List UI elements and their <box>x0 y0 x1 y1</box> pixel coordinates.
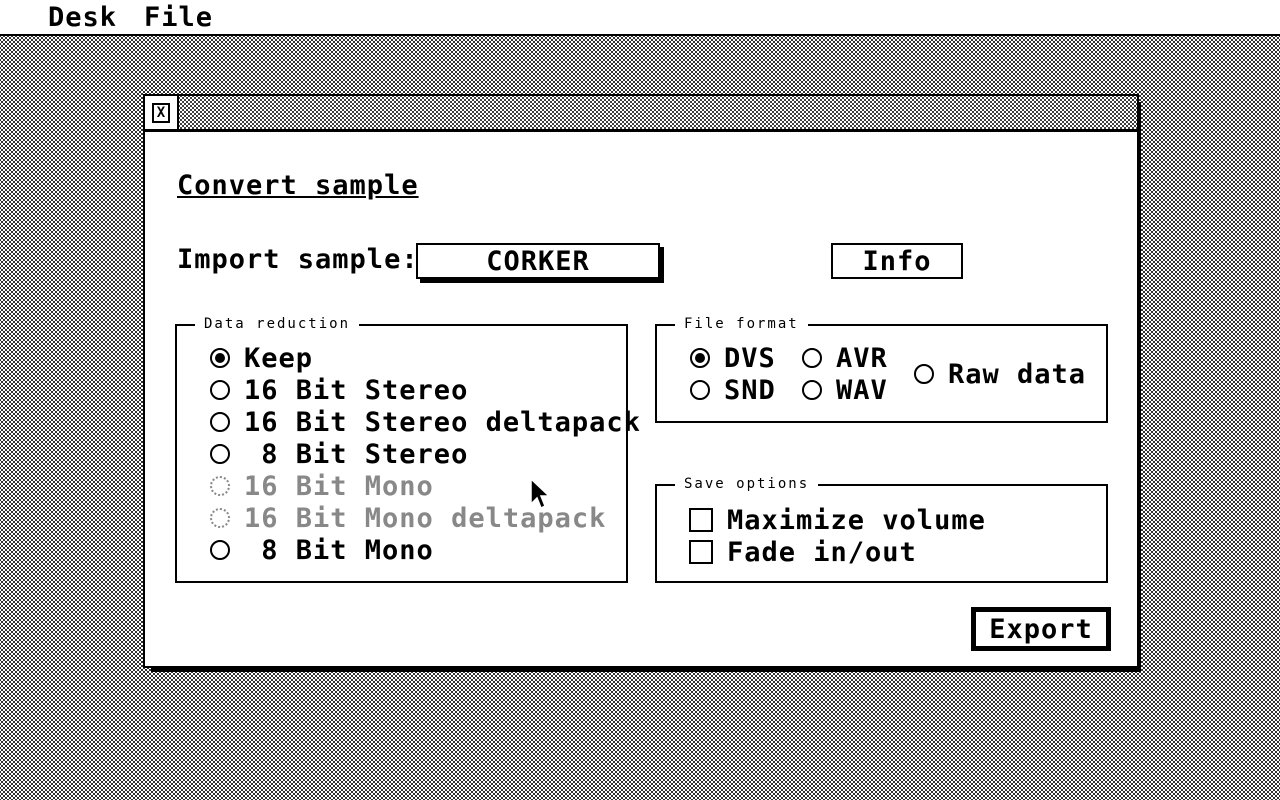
radio-16bit-stereo-deltapack[interactable]: 16 Bit Stereo deltapack <box>210 406 641 438</box>
radio-dvs[interactable]: DVS <box>690 342 776 374</box>
radio-label: Keep <box>244 342 314 374</box>
radio-label: 16 Bit Mono <box>244 470 434 502</box>
radio-button-selected[interactable] <box>210 348 230 368</box>
menu-bar: Desk File <box>0 0 1280 36</box>
data-reduction-group: Data reduction Keep 16 Bit Stereo 16 Bit… <box>175 315 640 583</box>
radio-avr[interactable]: AVR <box>802 342 888 374</box>
radio-keep[interactable]: Keep <box>210 342 313 374</box>
radio-snd[interactable]: SND <box>690 374 776 406</box>
radio-button-disabled <box>210 508 230 528</box>
radio-button[interactable] <box>690 380 710 400</box>
save-options-group: Save options Maximize volume Fade in/out <box>655 475 1108 583</box>
radio-label: 16 Bit Mono deltapack <box>244 502 607 534</box>
radio-button[interactable] <box>210 412 230 432</box>
radio-8bit-stereo[interactable]: 8 Bit Stereo <box>210 438 468 470</box>
export-button[interactable]: Export <box>971 607 1111 651</box>
menu-file[interactable]: File <box>144 2 213 33</box>
radio-button[interactable] <box>210 540 230 560</box>
radio-label: Raw data <box>948 358 1087 390</box>
radio-button[interactable] <box>802 348 822 368</box>
close-icon: X <box>152 102 170 123</box>
info-button[interactable]: Info <box>831 243 963 279</box>
checkbox-label: Maximize volume <box>727 504 986 536</box>
radio-label: DVS <box>724 342 776 374</box>
radio-label: SND <box>724 374 776 406</box>
radio-button-selected[interactable] <box>690 348 710 368</box>
radio-label: WAV <box>836 374 888 406</box>
checkbox-fade-in-out[interactable]: Fade in/out <box>689 536 917 568</box>
data-reduction-legend: Data reduction <box>195 315 360 333</box>
radio-button[interactable] <box>914 364 934 384</box>
file-format-legend: File format <box>675 315 808 333</box>
radio-8bit-mono[interactable]: 8 Bit Mono <box>210 534 434 566</box>
dialog-title: Convert sample <box>177 170 419 201</box>
radio-raw-data[interactable]: Raw data <box>914 358 1086 390</box>
radio-16bit-mono: 16 Bit Mono <box>210 470 434 502</box>
close-button[interactable]: X <box>145 96 179 129</box>
mouse-pointer-icon <box>530 478 551 510</box>
import-sample-button[interactable]: CORKER <box>416 243 660 279</box>
radio-label: AVR <box>836 342 888 374</box>
radio-label: 16 Bit Stereo <box>244 374 469 406</box>
radio-16bit-stereo[interactable]: 16 Bit Stereo <box>210 374 468 406</box>
convert-dialog-window: X Convert sample Import sample: CORKER I… <box>143 94 1139 668</box>
radio-button[interactable] <box>210 380 230 400</box>
import-sample-label: Import sample: <box>177 244 419 275</box>
radio-button[interactable] <box>210 444 230 464</box>
radio-button[interactable] <box>802 380 822 400</box>
menu-desk[interactable]: Desk <box>48 2 117 33</box>
radio-button-disabled <box>210 476 230 496</box>
checkbox[interactable] <box>689 540 713 564</box>
radio-label: 16 Bit Stereo deltapack <box>244 406 641 438</box>
checkbox-maximize-volume[interactable]: Maximize volume <box>689 504 986 536</box>
checkbox-label: Fade in/out <box>727 536 917 568</box>
checkbox[interactable] <box>689 508 713 532</box>
file-format-group: File format DVS SND AVR WAV Raw data <box>655 315 1108 423</box>
window-title-bar[interactable]: X <box>145 96 1137 132</box>
radio-label: 8 Bit Mono <box>244 534 434 566</box>
radio-wav[interactable]: WAV <box>802 374 888 406</box>
save-options-legend: Save options <box>675 475 819 493</box>
radio-label: 8 Bit Stereo <box>244 438 469 470</box>
